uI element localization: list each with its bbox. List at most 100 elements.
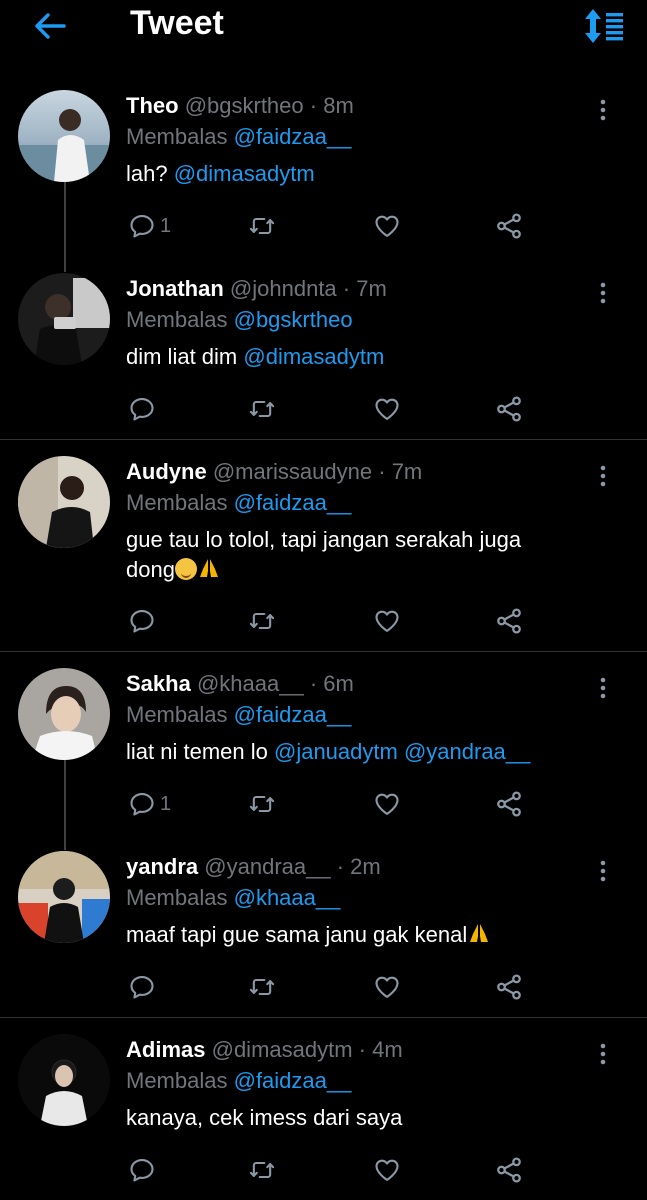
folded-hands-emoji (199, 559, 218, 577)
share-button[interactable] (494, 784, 524, 824)
reply-icon (128, 973, 156, 1001)
reply-button[interactable] (128, 601, 160, 641)
replying-to: Membalas @bgskrtheo (126, 307, 596, 333)
share-button[interactable] (494, 206, 524, 246)
share-button[interactable] (494, 1150, 524, 1190)
more-options-button[interactable] (593, 853, 613, 889)
tweet-text-content: liat ni temen lo (126, 739, 268, 764)
retweet-icon (246, 790, 278, 818)
timestamp[interactable]: 4m (372, 1037, 403, 1062)
username[interactable]: @marissaudyne (213, 459, 372, 484)
retweet-icon (246, 395, 278, 423)
more-options-button[interactable] (593, 92, 613, 128)
mention-link[interactable]: @faidzaa__ (234, 124, 352, 149)
display-name[interactable]: Adimas (126, 1037, 205, 1062)
avatar[interactable] (18, 273, 110, 365)
tweet-text: lah? @dimasadytm (126, 159, 596, 189)
sort-replies-button[interactable] (583, 6, 627, 46)
username[interactable]: @dimasadytm (212, 1037, 353, 1062)
replying-to: Membalas @faidzaa__ (126, 1068, 596, 1094)
tweet-header: Theo @bgskrtheo · 8m (126, 93, 596, 119)
like-button[interactable] (372, 389, 402, 429)
mention-link[interactable]: @khaaa__ (234, 885, 341, 910)
tweet-actions (126, 601, 536, 641)
tweet-header: Audyne @marissaudyne · 7m (126, 459, 596, 485)
tweet-header: Sakha @khaaa__ · 6m (126, 671, 596, 697)
reply-button[interactable] (128, 967, 160, 1007)
tweet-text: kanaya, cek imess dari saya (126, 1103, 596, 1133)
display-name[interactable]: Theo (126, 93, 179, 118)
avatar[interactable] (18, 456, 110, 548)
reply-button[interactable] (128, 389, 160, 429)
more-options-button[interactable] (593, 275, 613, 311)
separator-dot: · (336, 854, 345, 879)
retweet-button[interactable] (246, 389, 278, 429)
more-vertical-icon (600, 464, 606, 488)
avatar[interactable] (18, 851, 110, 943)
retweet-icon (246, 1156, 278, 1184)
tweet-text-content: kanaya, cek imess dari saya (126, 1105, 403, 1130)
retweet-button[interactable] (246, 206, 278, 246)
more-vertical-icon (600, 1042, 606, 1066)
like-button[interactable] (372, 206, 402, 246)
display-name[interactable]: yandra (126, 854, 198, 879)
mention-link[interactable]: @faidzaa__ (234, 490, 352, 515)
mention-link[interactable]: @faidzaa__ (234, 702, 352, 727)
like-button[interactable] (372, 967, 402, 1007)
reply-button[interactable]: 1 (128, 784, 171, 824)
timestamp[interactable]: 7m (392, 459, 423, 484)
tweet-text-line: gue tau lo tolol, tapi jangan serakah ju… (126, 527, 522, 552)
retweet-icon (246, 973, 278, 1001)
share-button[interactable] (494, 601, 524, 641)
more-options-button[interactable] (593, 458, 613, 494)
timestamp[interactable]: 7m (356, 276, 387, 301)
tweet[interactable]: Sakha @khaaa__ · 6m Membalas @faidzaa__ … (0, 668, 647, 834)
like-button[interactable] (372, 601, 402, 641)
reply-count: 1 (160, 214, 172, 237)
replying-to-label: Membalas (126, 702, 228, 727)
username[interactable]: @khaaa__ (197, 671, 304, 696)
mention-link[interactable]: @faidzaa__ (234, 1068, 352, 1093)
share-button[interactable] (494, 389, 524, 429)
retweet-button[interactable] (246, 601, 278, 641)
back-button[interactable] (30, 8, 70, 44)
like-button[interactable] (372, 1150, 402, 1190)
timestamp[interactable]: 6m (323, 671, 354, 696)
tweet[interactable]: Adimas @dimasadytm · 4m Membalas @faidza… (0, 1034, 647, 1200)
avatar[interactable] (18, 90, 110, 182)
reply-button[interactable] (128, 1150, 160, 1190)
like-button[interactable] (372, 784, 402, 824)
mention-link[interactable]: @bgskrtheo (234, 307, 353, 332)
share-button[interactable] (494, 967, 524, 1007)
separator-dot: · (342, 276, 351, 301)
mention-link[interactable]: @dimasadytm (243, 344, 384, 369)
arrow-left-icon (35, 13, 66, 39)
retweet-button[interactable] (246, 784, 278, 824)
tweet[interactable]: Theo @bgskrtheo · 8m Membalas @faidzaa__… (0, 90, 647, 256)
timestamp[interactable]: 2m (350, 854, 381, 879)
retweet-button[interactable] (246, 967, 278, 1007)
mention-link[interactable]: @januadytm (274, 739, 398, 764)
avatar[interactable] (18, 668, 110, 760)
retweet-button[interactable] (246, 1150, 278, 1190)
display-name[interactable]: Audyne (126, 459, 207, 484)
tweet[interactable]: yandra @yandraa__ · 2m Membalas @khaaa__… (0, 851, 647, 1018)
reply-button[interactable]: 1 (128, 206, 171, 246)
more-options-button[interactable] (593, 1036, 613, 1072)
mention-link[interactable]: @dimasadytm (174, 161, 315, 186)
tweet[interactable]: Audyne @marissaudyne · 7m Membalas @faid… (0, 456, 647, 652)
tweet-text: liat ni temen lo @januadytm @yandraa__ (126, 737, 596, 767)
heart-icon (372, 790, 402, 818)
username[interactable]: @yandraa__ (204, 854, 330, 879)
tweet[interactable]: Jonathan @johndnta · 7m Membalas @bgskrt… (0, 273, 647, 440)
mention-link[interactable]: @yandraa__ (404, 739, 530, 764)
more-vertical-icon (600, 676, 606, 700)
username[interactable]: @johndnta (230, 276, 337, 301)
retweet-icon (246, 607, 278, 635)
display-name[interactable]: Sakha (126, 671, 191, 696)
timestamp[interactable]: 8m (323, 93, 354, 118)
display-name[interactable]: Jonathan (126, 276, 224, 301)
more-options-button[interactable] (593, 670, 613, 706)
username[interactable]: @bgskrtheo (185, 93, 304, 118)
avatar[interactable] (18, 1034, 110, 1126)
